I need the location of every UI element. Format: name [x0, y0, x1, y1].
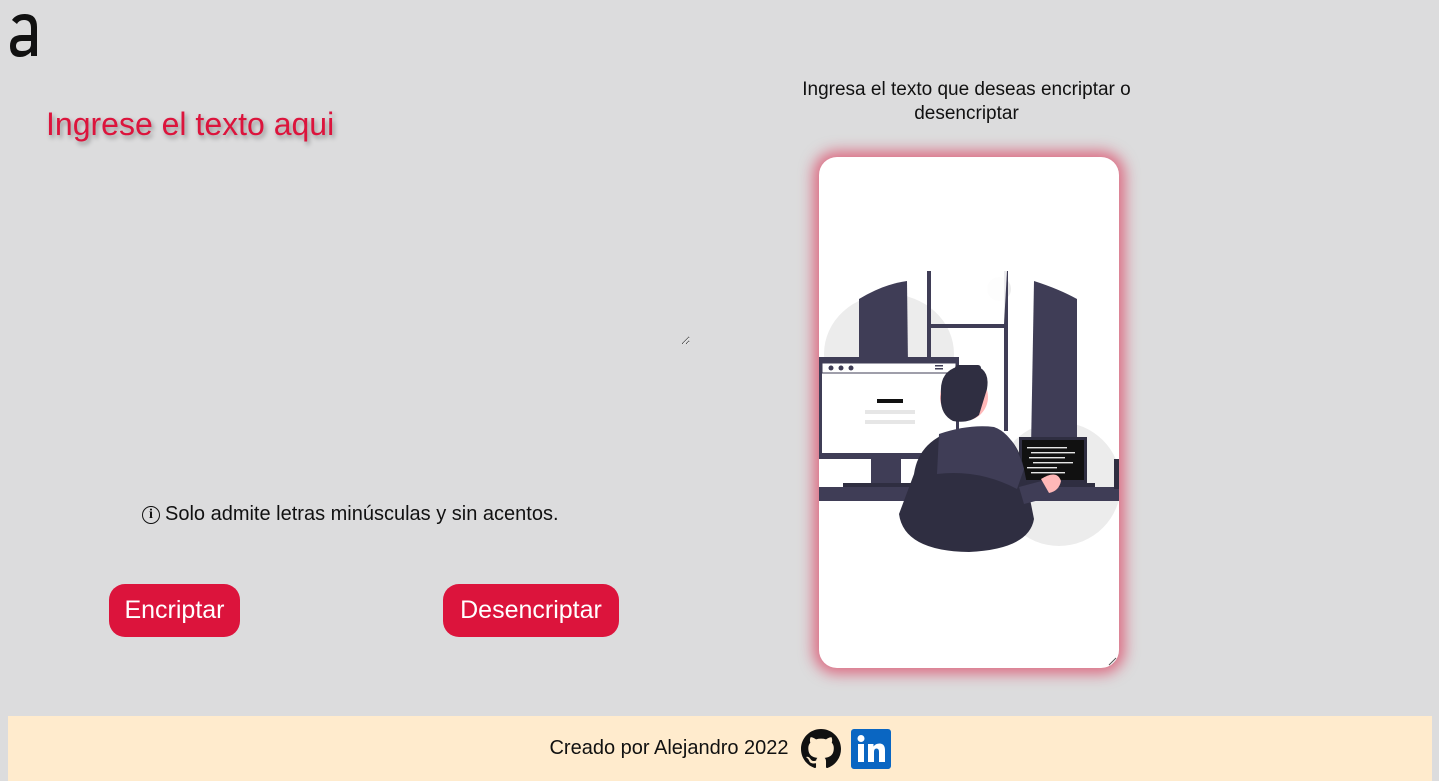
output-label: Ingresa el texto que deseas encriptar o …	[802, 79, 1131, 124]
developer-illustration	[819, 271, 1119, 552]
decrypt-button[interactable]: Desencriptar	[443, 584, 619, 637]
alura-logo-icon	[10, 14, 37, 57]
github-icon[interactable]	[800, 728, 841, 769]
resize-handle-icon[interactable]	[1108, 657, 1117, 666]
hint-text: Solo admite letras minúsculas y sin acen…	[165, 503, 559, 525]
text-input[interactable]	[40, 100, 690, 345]
encrypt-button[interactable]: Encriptar	[109, 584, 240, 637]
output-panel[interactable]	[819, 157, 1119, 668]
linkedin-icon[interactable]	[850, 728, 891, 769]
footer-credit: Creado por Alejandro 2022	[549, 737, 789, 759]
footer: Creado por Alejandro 2022	[8, 716, 1432, 781]
info-icon: i	[142, 505, 160, 524]
input-hint: i Solo admite letras minúsculas y sin ac…	[142, 503, 559, 526]
